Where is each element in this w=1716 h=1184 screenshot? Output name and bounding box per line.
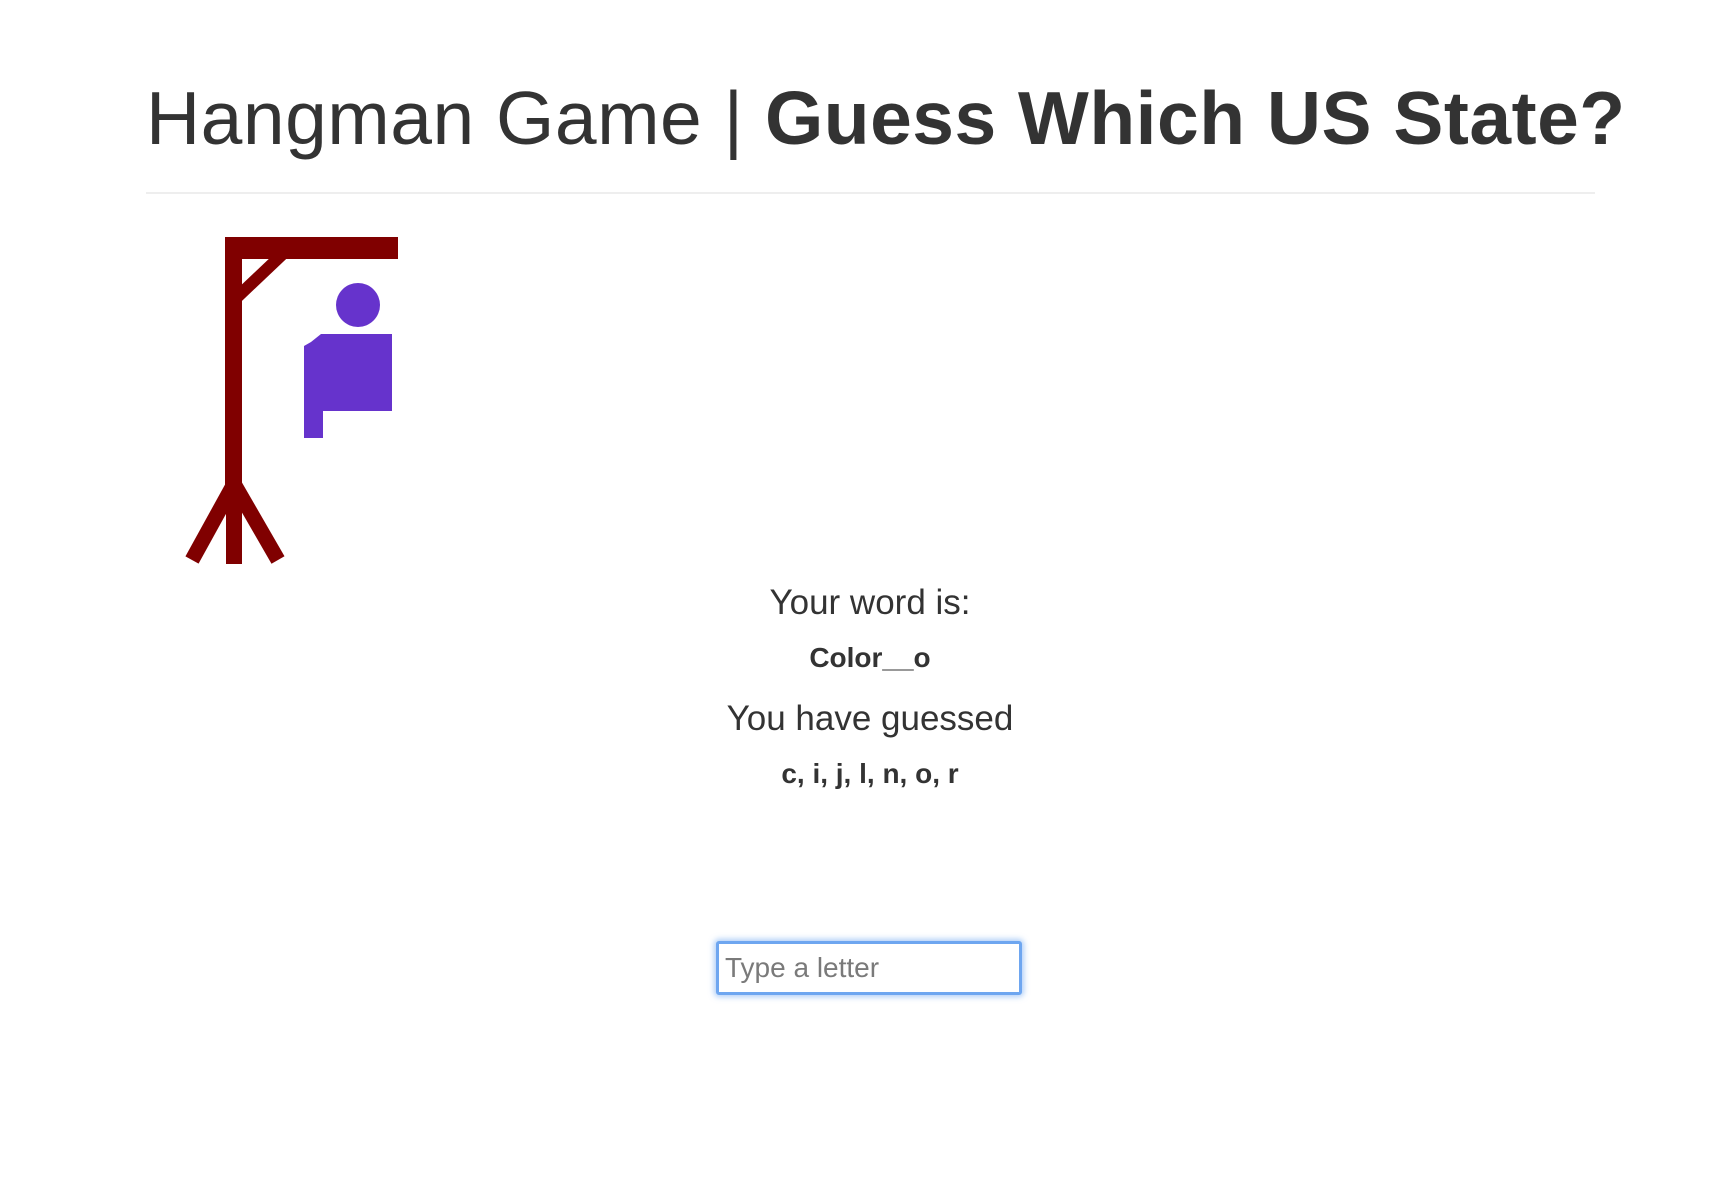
page-title-bold: Guess Which US State?	[764, 76, 1626, 160]
word-label: Your word is:	[769, 583, 971, 622]
gallows-beam	[225, 237, 398, 259]
letter-input[interactable]	[716, 941, 1022, 995]
page-title: Hangman Game | Guess Which US State?	[146, 70, 1625, 166]
guessed-label: You have guessed	[726, 699, 1014, 738]
hangman-body	[304, 334, 392, 438]
gallows-post	[225, 237, 242, 487]
hangman-figure	[185, 237, 398, 564]
page-title-regular: Hangman Game |	[146, 76, 765, 160]
page-header: Hangman Game | Guess Which US State?	[146, 70, 1625, 166]
guessed-letters: c, i, j, l, n, o, r	[781, 758, 959, 789]
game-panel: Your word is: Color__o You have guessed …	[0, 580, 1716, 792]
current-word: Color__o	[809, 642, 931, 673]
hangman-head	[336, 283, 380, 327]
header-divider	[146, 192, 1595, 194]
